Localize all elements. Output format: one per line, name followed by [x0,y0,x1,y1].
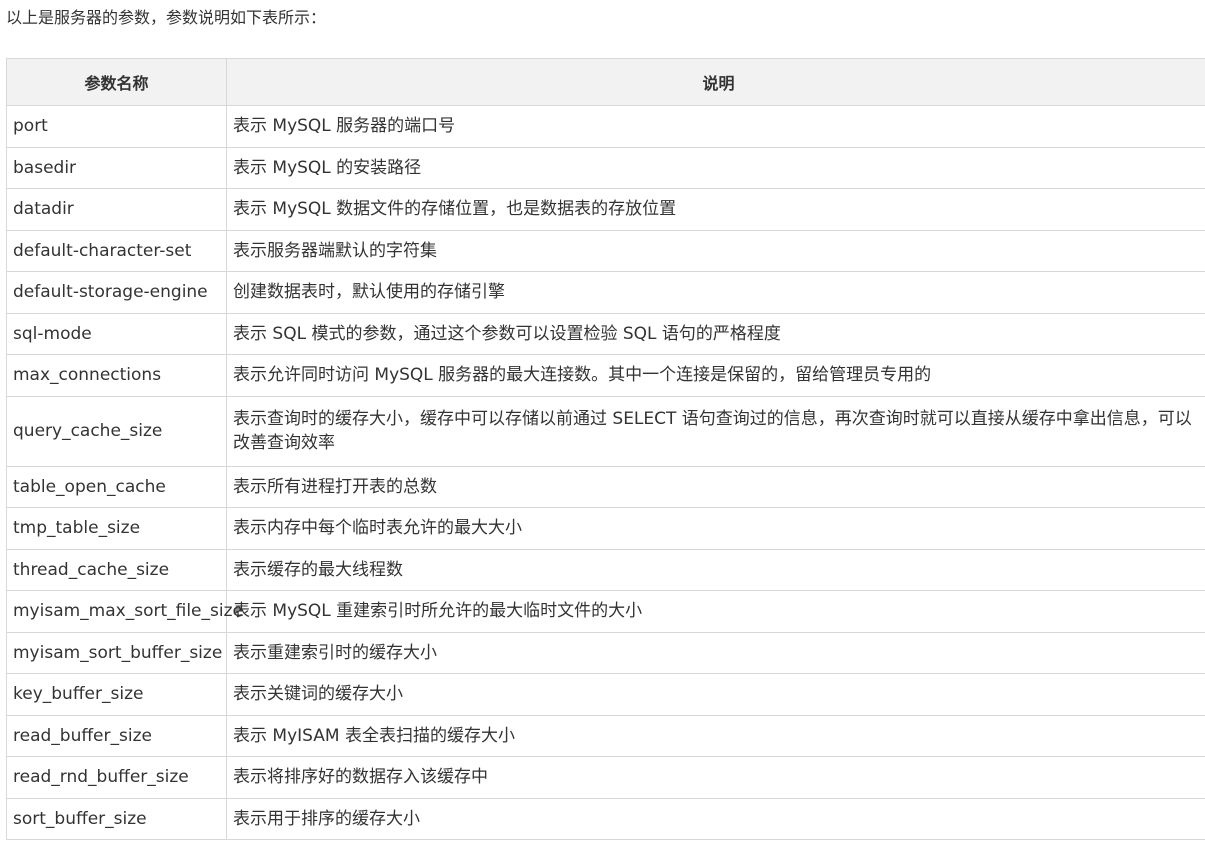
param-description-cell: 表示 MyISAM 表全表扫描的缓存大小 [226,714,1205,757]
param-name-cell: sql-mode [6,312,227,355]
param-description-cell: 表示所有进程打开表的总数 [226,465,1205,508]
param-name-cell: thread_cache_size [6,548,227,591]
table-row: query_cache_size 表示查询时的缓存大小，缓存中可以存储以前通过 S… [6,395,1205,467]
param-description-cell: 表示 MySQL 数据文件的存储位置，也是数据表的存放位置 [226,188,1205,231]
param-name-cell: query_cache_size [6,395,227,467]
param-name-cell: default-character-set [6,229,227,272]
table-row: tmp_table_size 表示内存中每个临时表允许的最大大小 [6,507,1205,550]
param-name-cell: read_buffer_size [6,714,227,757]
table-row: thread_cache_size 表示缓存的最大线程数 [6,548,1205,591]
params-table: 参数名称 说明 port 表示 MySQL 服务器的端口号 basedir 表示 My… [6,58,1205,840]
param-description-cell: 表示关键词的缓存大小 [226,673,1205,716]
param-name-cell: myisam_sort_buffer_size [6,631,227,674]
param-name-cell: table_open_cache [6,465,227,508]
table-row: sql-mode 表示 SQL 模式的参数，通过这个参数可以设置检验 SQL 语句… [6,312,1205,355]
table-row: sort_buffer_size 表示用于排序的缓存大小 [6,797,1205,840]
header-description: 说明 [226,58,1205,106]
param-name-cell: sort_buffer_size [6,797,227,840]
table-row: default-character-set 表示服务器端默认的字符集 [6,229,1205,272]
param-name-cell: key_buffer_size [6,673,227,716]
param-description-cell: 表示重建索引时的缓存大小 [226,631,1205,674]
param-description-cell: 表示将排序好的数据存入该缓存中 [226,756,1205,799]
param-name-cell: port [6,105,227,148]
param-description-cell: 创建数据表时，默认使用的存储引擎 [226,271,1205,314]
table-header-row: 参数名称 说明 [6,58,1205,106]
param-name-cell: tmp_table_size [6,507,227,550]
param-description-cell: 表示 MySQL 的安装路径 [226,146,1205,189]
param-description-cell: 表示内存中每个临时表允许的最大大小 [226,507,1205,550]
param-description-cell: 表示 SQL 模式的参数，通过这个参数可以设置检验 SQL 语句的严格程度 [226,312,1205,355]
param-description-cell: 表示查询时的缓存大小，缓存中可以存储以前通过 SELECT 语句查询过的信息，再… [226,395,1205,467]
param-description-cell: 表示 MySQL 重建索引时所允许的最大临时文件的大小 [226,590,1205,633]
param-name-cell: basedir [6,146,227,189]
header-param-name: 参数名称 [6,58,227,106]
intro-text: 以上是服务器的参数，参数说明如下表所示： [6,8,327,27]
table-row: key_buffer_size 表示关键词的缓存大小 [6,673,1205,716]
table-row: basedir 表示 MySQL 的安装路径 [6,146,1205,189]
table-row: read_rnd_buffer_size 表示将排序好的数据存入该缓存中 [6,756,1205,799]
table-row: default-storage-engine 创建数据表时，默认使用的存储引擎 [6,271,1205,314]
table-row: port 表示 MySQL 服务器的端口号 [6,105,1205,148]
param-name-cell: read_rnd_buffer_size [6,756,227,799]
param-description-cell: 表示服务器端默认的字符集 [226,229,1205,272]
param-name-cell: max_connections [6,354,227,397]
param-description-cell: 表示用于排序的缓存大小 [226,797,1205,840]
table-row: myisam_sort_buffer_size 表示重建索引时的缓存大小 [6,631,1205,674]
param-name-cell: myisam_max_sort_file_size [6,590,243,633]
table-row: datadir 表示 MySQL 数据文件的存储位置，也是数据表的存放位置 [6,188,1205,231]
param-name-cell: datadir [6,188,227,231]
param-description-cell: 表示允许同时访问 MySQL 服务器的最大连接数。其中一个连接是保留的，留给管理… [226,354,1205,397]
param-description-cell: 表示 MySQL 服务器的端口号 [226,105,1205,148]
table-row: read_buffer_size 表示 MyISAM 表全表扫描的缓存大小 [6,714,1205,757]
param-description-cell: 表示缓存的最大线程数 [226,548,1205,591]
param-name-cell: default-storage-engine [6,271,227,314]
table-row: myisam_max_sort_file_size 表示 MySQL 重建索引时所… [6,590,1205,633]
table-row: table_open_cache 表示所有进程打开表的总数 [6,465,1205,508]
table-row: max_connections 表示允许同时访问 MySQL 服务器的最大连接数。… [6,354,1205,397]
